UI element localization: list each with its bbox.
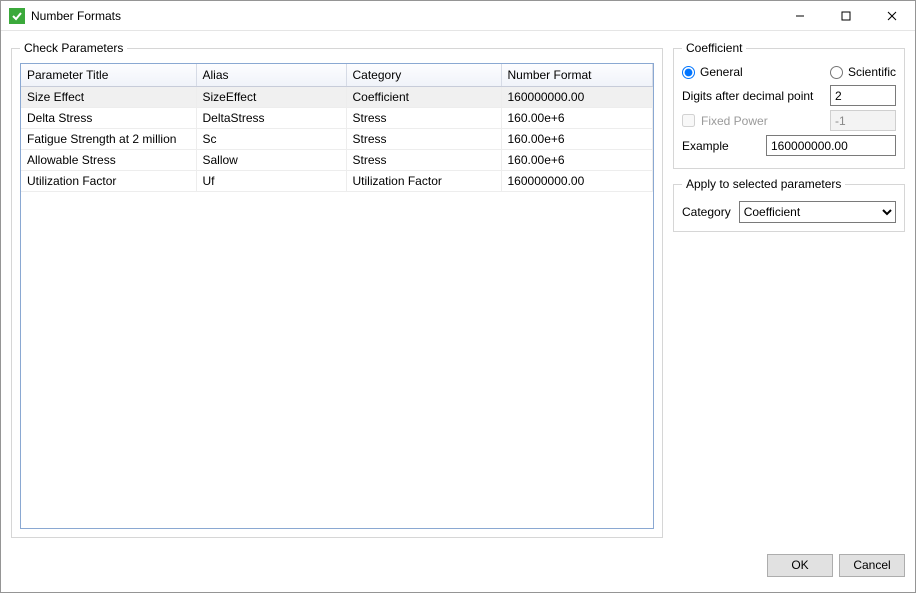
apply-category-label: Category	[682, 205, 731, 219]
col-header-alias[interactable]: Alias	[196, 64, 346, 86]
cell-title: Allowable Stress	[21, 149, 196, 170]
apply-category-select[interactable]: Coefficient	[739, 201, 896, 223]
fixed-power-checkbox[interactable]	[682, 114, 695, 127]
left-panel: Check Parameters Parameter Title Alias C…	[11, 41, 663, 538]
footer: OK Cancel	[1, 548, 915, 592]
cell-alias: DeltaStress	[196, 107, 346, 128]
table-row[interactable]: Allowable StressSallowStress160.00e+6	[21, 149, 653, 170]
scientific-radio-label[interactable]: Scientific	[848, 65, 896, 79]
col-header-title[interactable]: Parameter Title	[21, 64, 196, 86]
app-icon	[9, 8, 25, 24]
cell-category: Stress	[346, 128, 501, 149]
window-title: Number Formats	[31, 9, 121, 23]
table-row[interactable]: Fatigue Strength at 2 millionScStress160…	[21, 128, 653, 149]
cell-format: 160.00e+6	[501, 149, 653, 170]
cancel-button[interactable]: Cancel	[839, 554, 905, 577]
apply-legend: Apply to selected parameters	[682, 177, 845, 191]
scientific-radio[interactable]	[830, 66, 843, 79]
cell-alias: Sallow	[196, 149, 346, 170]
example-label: Example	[682, 139, 760, 153]
table-row[interactable]: Utilization FactorUfUtilization Factor16…	[21, 170, 653, 191]
client-area: Check Parameters Parameter Title Alias C…	[1, 31, 915, 548]
digits-label: Digits after decimal point	[682, 89, 824, 103]
cell-title: Size Effect	[21, 86, 196, 107]
fixed-power-input	[830, 110, 896, 131]
cell-title: Delta Stress	[21, 107, 196, 128]
cell-alias: SizeEffect	[196, 86, 346, 107]
cell-category: Stress	[346, 107, 501, 128]
cell-format: 160.00e+6	[501, 107, 653, 128]
fixed-power-label[interactable]: Fixed Power	[701, 114, 824, 128]
cell-format: 160000000.00	[501, 170, 653, 191]
table-header-row: Parameter Title Alias Category Number Fo…	[21, 64, 653, 86]
cell-title: Fatigue Strength at 2 million	[21, 128, 196, 149]
cell-format: 160000000.00	[501, 86, 653, 107]
right-panel: Coefficient General Scientific Digits af…	[673, 41, 905, 538]
minimize-button[interactable]	[777, 1, 823, 31]
ok-button[interactable]: OK	[767, 554, 833, 577]
table-row[interactable]: Size EffectSizeEffectCoefficient16000000…	[21, 86, 653, 107]
general-radio-label[interactable]: General	[700, 65, 743, 79]
digits-input[interactable]	[830, 85, 896, 106]
titlebar: Number Formats	[1, 1, 915, 31]
general-radio[interactable]	[682, 66, 695, 79]
cell-format: 160.00e+6	[501, 128, 653, 149]
cell-alias: Uf	[196, 170, 346, 191]
cell-category: Stress	[346, 149, 501, 170]
apply-group: Apply to selected parameters Category Co…	[673, 177, 905, 232]
parameters-table[interactable]: Parameter Title Alias Category Number Fo…	[20, 63, 654, 529]
table-row[interactable]: Delta StressDeltaStressStress160.00e+6	[21, 107, 653, 128]
coefficient-legend: Coefficient	[682, 41, 746, 55]
cell-category: Utilization Factor	[346, 170, 501, 191]
col-header-format[interactable]: Number Format	[501, 64, 653, 86]
coefficient-group: Coefficient General Scientific Digits af…	[673, 41, 905, 169]
col-header-category[interactable]: Category	[346, 64, 501, 86]
cell-title: Utilization Factor	[21, 170, 196, 191]
close-button[interactable]	[869, 1, 915, 31]
window: Number Formats Check Parameters	[0, 0, 916, 593]
cell-category: Coefficient	[346, 86, 501, 107]
maximize-button[interactable]	[823, 1, 869, 31]
cell-alias: Sc	[196, 128, 346, 149]
check-parameters-legend: Check Parameters	[20, 41, 127, 55]
check-parameters-group: Check Parameters Parameter Title Alias C…	[11, 41, 663, 538]
example-output	[766, 135, 896, 156]
